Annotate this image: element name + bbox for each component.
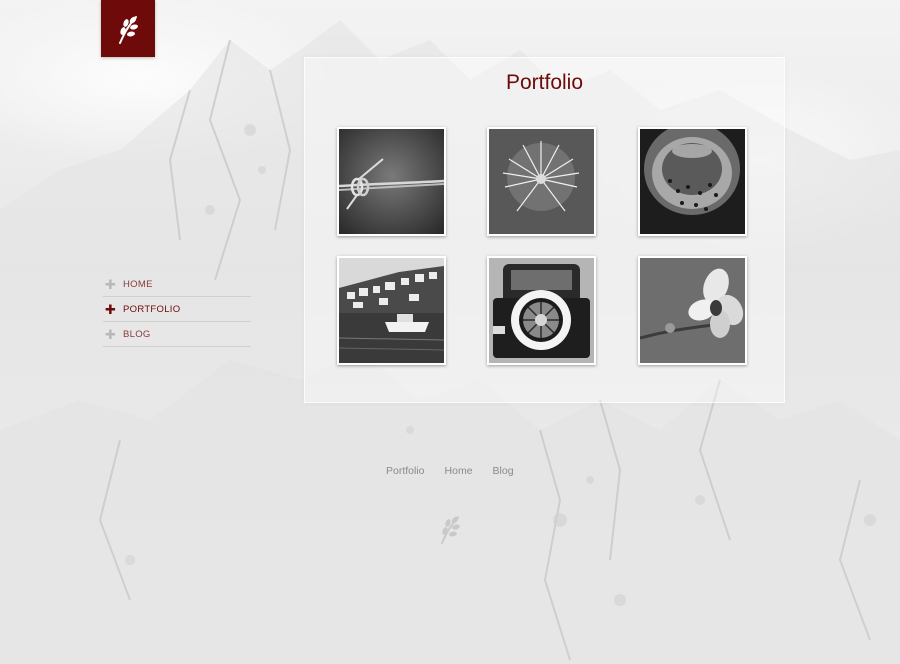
footer-link-home[interactable]: Home bbox=[445, 465, 473, 477]
orchid-image bbox=[640, 258, 745, 363]
side-nav-item-label: BLOG bbox=[123, 328, 151, 340]
side-nav-item-label: PORTFOLIO bbox=[123, 303, 181, 315]
gallery-thumbnail-vintage-car[interactable] bbox=[487, 256, 596, 365]
plus-icon: ✚ bbox=[105, 276, 116, 292]
footer-link-blog[interactable]: Blog bbox=[493, 465, 514, 477]
leaf-icon bbox=[436, 514, 464, 549]
side-nav-item-blog[interactable]: ✚ BLOG bbox=[103, 322, 251, 347]
side-nav-item-label: HOME bbox=[123, 278, 153, 290]
gallery-thumbnail-dandelion[interactable] bbox=[487, 127, 596, 236]
gallery-thumbnail-barbed-wire[interactable] bbox=[337, 127, 446, 236]
footer-nav: Portfolio Home Blog bbox=[386, 465, 514, 477]
plus-icon: ✚ bbox=[105, 326, 116, 342]
page-title: Portfolio bbox=[505, 71, 584, 94]
gallery-thumbnail-harbor[interactable] bbox=[337, 256, 446, 365]
leaf-icon bbox=[119, 15, 138, 44]
harbor-image bbox=[339, 258, 444, 363]
side-nav: ✚ HOME ✚ PORTFOLIO ✚ BLOG bbox=[103, 272, 251, 347]
plus-icon: ✚ bbox=[105, 301, 116, 317]
gallery-thumbnail-orchid[interactable] bbox=[638, 256, 747, 365]
water-drops-image bbox=[640, 129, 745, 234]
portfolio-panel: Portfolio bbox=[304, 57, 785, 403]
footer-link-portfolio[interactable]: Portfolio bbox=[386, 465, 425, 477]
barbed-wire-image bbox=[339, 129, 444, 234]
dandelion-image bbox=[489, 129, 594, 234]
side-nav-item-home[interactable]: ✚ HOME bbox=[103, 272, 251, 297]
side-nav-item-portfolio[interactable]: ✚ PORTFOLIO bbox=[103, 297, 251, 322]
logo[interactable] bbox=[101, 0, 155, 57]
gallery-thumbnail-water-drops[interactable] bbox=[638, 127, 747, 236]
vintage-car-image bbox=[489, 258, 594, 363]
